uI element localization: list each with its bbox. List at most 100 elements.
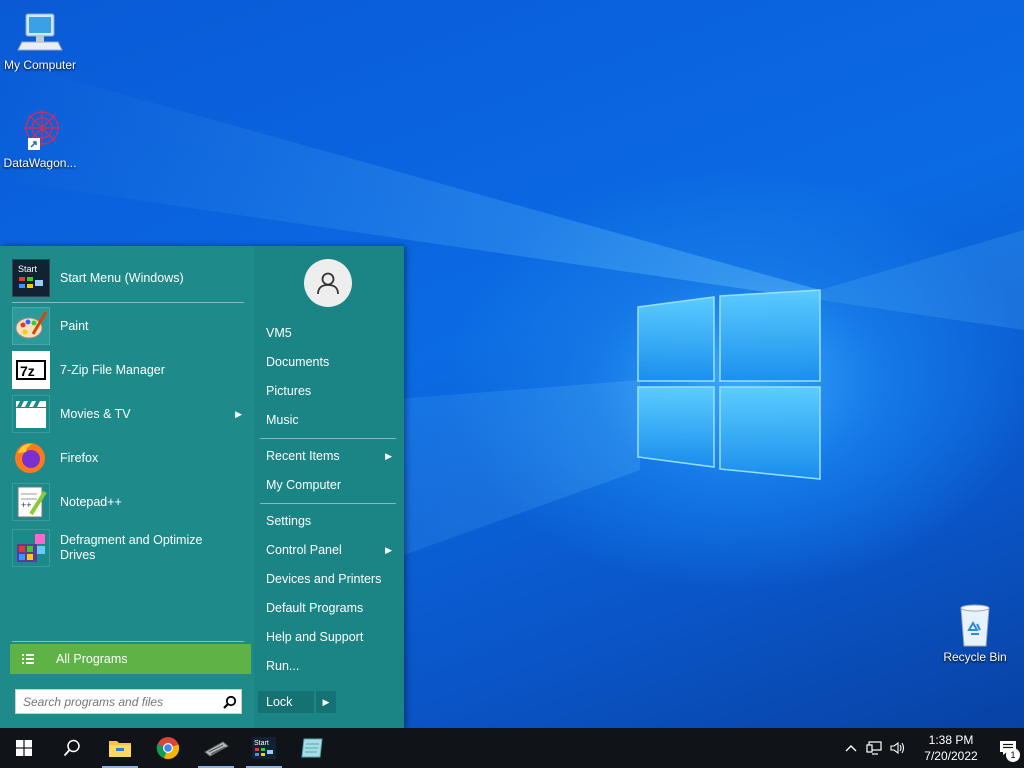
chevron-up-icon [845,745,857,752]
defragment-icon [12,529,50,567]
start-menu-link-my-computer[interactable]: My Computer [266,475,396,495]
svg-text:Start: Start [18,264,38,274]
recycle-bin-icon [951,600,999,648]
start-menu-link-label: Music [266,413,299,427]
search-input[interactable] [16,690,219,713]
start-menu-item-label: Movies & TV [60,407,131,421]
start-menu-item-defragment[interactable]: Defragment and Optimize Drives [12,528,244,568]
start-menu-item-notepad-plus-plus[interactable]: ++ Notepad++ [12,482,244,522]
search-icon[interactable] [219,695,241,709]
chevron-right-icon: ▶ [322,696,330,707]
start-menu-item-label: Paint [60,319,89,333]
windows-logo-icon [16,740,32,756]
chrome-icon [156,737,180,760]
start-menu-link-devices-printers[interactable]: Devices and Printers [266,569,396,589]
start-menu-link-vm5[interactable]: VM5 [266,323,396,343]
notepad-plus-plus-icon: ++ [12,483,50,521]
start-menu-separator [12,641,244,642]
start-menu-item-label: Defragment and Optimize Drives [60,533,203,562]
start-menu-icon: Start [252,737,276,759]
desktop-icon-label: My Computer [3,58,77,72]
search-icon [63,739,80,757]
all-programs-button[interactable]: All Programs [10,644,251,674]
start-menu-link-music[interactable]: Music [266,410,396,430]
start-menu: Start Start Menu (Windows) Paint 7z 7-Zi… [0,246,404,728]
start-menu-item-label: Start Menu (Windows) [60,271,184,285]
notebook-icon [301,738,323,758]
clock-time: 1:38 PM [928,733,974,747]
start-menu-link-recent-items[interactable]: Recent Items ▶ [266,446,396,466]
search-button[interactable] [48,728,96,768]
start-menu-link-settings[interactable]: Settings [266,511,396,531]
volume-button[interactable] [886,728,910,768]
start-menu-link-help-support[interactable]: Help and Support [266,627,396,647]
start-menu-item-paint[interactable]: Paint [12,306,244,346]
taskbar-app-keyboard[interactable] [192,728,240,768]
start-menu-places-column: VM5 Documents Pictures Music Recent Item… [254,246,404,728]
notification-count-badge: 1 [1006,748,1020,762]
start-menu-item-7zip[interactable]: 7z 7-Zip File Manager [12,350,244,390]
start-menu-link-pictures[interactable]: Pictures [266,381,396,401]
start-menu-item-start-menu-windows[interactable]: Start Start Menu (Windows) [12,258,244,298]
start-menu-link-documents[interactable]: Documents [266,352,396,372]
start-menu-item-movies-tv[interactable]: Movies & TV ▶ [12,394,244,434]
start-menu-link-label: Pictures [266,384,312,398]
action-center-button[interactable]: 1 [992,728,1024,768]
submenu-arrow-icon: ▶ [385,545,392,555]
start-menu-programs-column: Start Start Menu (Windows) Paint 7z 7-Zi… [0,246,254,728]
datawagon-icon [16,106,64,154]
start-menu-link-label: Documents [266,355,330,369]
desktop-icon-label: Recycle Bin [943,650,1007,664]
all-programs-label: All Programs [56,652,128,666]
user-avatar[interactable] [304,259,352,307]
lock-control: Lock ▶ [258,691,336,713]
taskbar-chrome[interactable] [144,728,192,768]
start-menu-link-label: Run... [266,659,300,673]
lock-button[interactable]: Lock [258,691,314,713]
show-hidden-icons-button[interactable] [840,728,862,768]
svg-text:Start: Start [254,740,269,747]
desktop-icon-my-computer[interactable]: My Computer [0,8,80,72]
paint-icon [12,307,50,345]
network-button[interactable] [862,728,886,768]
clock[interactable]: 1:38 PM 7/20/2022 [916,732,986,764]
start-menu-link-label: Default Programs [266,601,364,615]
start-menu-link-control-panel[interactable]: Control Panel ▶ [266,540,396,560]
computer-icon [16,8,64,56]
taskbar-file-explorer[interactable] [96,728,144,768]
desktop-icon-datawagon[interactable]: DataWagon... [0,106,80,170]
start-button[interactable] [0,728,48,768]
start-menu-search-box [15,689,242,714]
start-menu-item-label: 7-Zip File Manager [60,363,165,377]
submenu-arrow-icon: ▶ [235,408,242,419]
network-icon [866,741,882,755]
start-menu-link-run[interactable]: Run... [266,656,396,676]
start-menu-separator [260,503,396,504]
keyboard-icon [204,741,229,757]
svg-text:7z: 7z [20,363,35,379]
start-menu-item-label: Firefox [60,451,99,465]
folder-icon [109,741,131,757]
start-menu-link-label: Settings [266,514,312,528]
list-icon [22,654,34,664]
start-menu-link-label: VM5 [266,326,292,340]
start-menu-separator [260,438,396,439]
start-menu-separator [12,302,244,303]
user-icon [317,272,339,295]
desktop-icon-recycle-bin[interactable]: Recycle Bin [935,600,1015,664]
taskbar: Start 1:38 PM 7/20/2022 1 [0,728,1024,768]
system-tray: 1:38 PM 7/20/2022 1 [840,728,1024,768]
submenu-arrow-icon: ▶ [385,451,392,461]
start-menu-link-label: Control Panel [266,543,342,557]
power-options-arrow-button[interactable]: ▶ [316,691,336,713]
start-menu-link-label: My Computer [266,478,342,492]
start-menu-link-label: Recent Items [266,449,340,463]
start-menu-link-default-programs[interactable]: Default Programs [266,598,396,618]
start-menu-item-firefox[interactable]: Firefox [12,438,244,478]
taskbar-start-menu-app[interactable]: Start [240,728,288,768]
7zip-icon: 7z [12,351,50,389]
taskbar-app-notebook[interactable] [288,728,336,768]
lock-label: Lock [266,695,293,709]
speaker-icon [890,741,905,755]
start-menu-link-label: Devices and Printers [266,572,382,586]
